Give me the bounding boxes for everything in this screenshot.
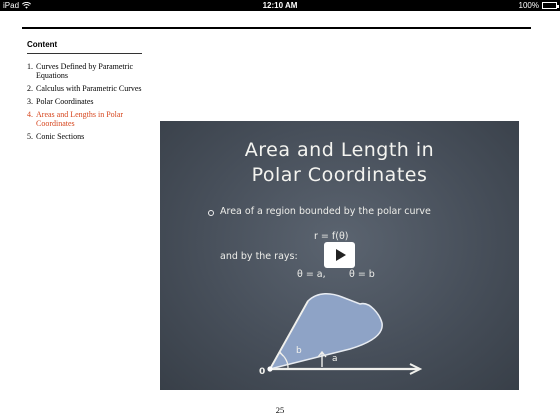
toc-sidebar: Content 1. Curves Defined by Parametric … xyxy=(27,40,142,145)
rays-text: and by the rays: xyxy=(220,251,298,262)
toc-heading: Content xyxy=(27,40,142,54)
toc-item-conic-sections[interactable]: 5. Conic Sections xyxy=(27,132,142,141)
angle-a-label: a xyxy=(332,354,338,364)
ray-a-equation: θ = a, xyxy=(297,269,326,280)
slide-title-line1: Area and Length in xyxy=(244,139,435,161)
slide-title-line2: Polar Coordinates xyxy=(251,164,428,186)
toc-item-label: Polar Coordinates xyxy=(36,97,94,106)
toc-item-polar-coordinates[interactable]: 3. Polar Coordinates xyxy=(27,97,142,106)
page-number: 25 xyxy=(275,405,285,415)
toc-item-calculus-parametric[interactable]: 2. Calculus with Parametric Curves xyxy=(27,84,142,93)
status-bar: iPad 12:10 AM 100% xyxy=(0,0,560,11)
ray-b-equation: θ = b xyxy=(349,269,375,280)
play-icon xyxy=(335,249,346,261)
toc-item-label: Areas and Lengths in Polar Coordinates xyxy=(36,110,124,128)
battery-icon xyxy=(542,2,559,9)
toc-item-parametric-curves[interactable]: 1. Curves Defined by Parametric Equation… xyxy=(27,62,142,80)
origin-label: 0 xyxy=(259,367,266,377)
battery-percent: 100% xyxy=(518,1,539,10)
polar-curve-equation: r = f(θ) xyxy=(314,231,349,242)
origin-point xyxy=(267,366,273,372)
slide-bullet: Area of a region bounded by the polar cu… xyxy=(220,206,431,217)
video-player[interactable]: Area and Length in Polar Coordinates Are… xyxy=(160,121,519,390)
toc-item-label: Conic Sections xyxy=(36,132,85,141)
shaded-region xyxy=(268,293,383,371)
bullet-icon xyxy=(208,210,214,216)
play-button[interactable] xyxy=(324,242,355,268)
toc-item-label: Calculus with Parametric Curves xyxy=(36,84,142,93)
status-right: 100% xyxy=(518,0,559,11)
angle-b-label: b xyxy=(296,346,302,356)
page-top-rule xyxy=(22,27,531,29)
toc-item-label: Curves Defined by Parametric Equations xyxy=(36,62,134,80)
status-time: 12:10 AM xyxy=(262,1,298,10)
toc-item-areas-lengths-polar[interactable]: 4. Areas and Lengths in Polar Coordinate… xyxy=(27,110,142,128)
